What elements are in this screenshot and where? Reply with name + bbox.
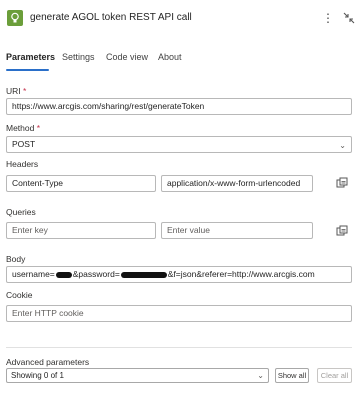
tab-about[interactable]: About xyxy=(158,52,182,62)
uri-input[interactable]: https://www.arcgis.com/sharing/rest/gene… xyxy=(6,98,352,115)
chevron-down-icon: ⌄ xyxy=(257,371,264,380)
divider xyxy=(6,347,352,348)
advanced-parameters-label: Advanced parameters xyxy=(6,357,90,367)
cookie-input[interactable]: Enter HTTP cookie xyxy=(6,305,352,322)
action-title: generate AGOL token REST API call xyxy=(30,12,192,23)
collapse-arrows-icon[interactable] xyxy=(342,11,356,25)
header-value-input[interactable]: application/x-www-form-urlencoded xyxy=(161,175,313,192)
method-label: Method * xyxy=(6,123,41,133)
queries-label: Queries xyxy=(6,207,36,217)
uri-label: URI * xyxy=(6,86,27,96)
chevron-down-icon: ⌄ xyxy=(339,141,346,150)
method-dropdown[interactable]: POST ⌄ xyxy=(6,136,352,153)
advanced-parameters-dropdown[interactable]: Showing 0 of 1 ⌄ xyxy=(6,368,269,383)
tab-parameters[interactable]: Parameters xyxy=(6,52,55,62)
active-tab-indicator xyxy=(6,69,49,71)
redaction-mark xyxy=(55,271,72,278)
query-value-input[interactable]: Enter value xyxy=(161,222,313,239)
tab-settings[interactable]: Settings xyxy=(62,52,95,62)
tab-bar: Parameters Settings Code view About xyxy=(0,50,358,72)
body-input[interactable]: username= &password= &f=json&referer=http:… xyxy=(6,266,352,283)
query-key-input[interactable]: Enter key xyxy=(6,222,156,239)
switch-to-text-mode-icon[interactable] xyxy=(336,225,348,237)
switch-to-text-mode-icon[interactable] xyxy=(336,177,348,189)
body-label: Body xyxy=(6,254,26,264)
bulb-icon xyxy=(7,10,23,26)
more-vertical-icon[interactable]: ⋮ xyxy=(322,10,334,26)
action-header: generate AGOL token REST API call ⋮ xyxy=(0,0,358,38)
headers-label: Headers xyxy=(6,159,39,169)
cookie-label: Cookie xyxy=(6,290,33,300)
redaction-mark xyxy=(120,271,167,278)
clear-all-button[interactable]: Clear all xyxy=(317,368,352,383)
tab-code-view[interactable]: Code view xyxy=(106,52,148,62)
header-key-input[interactable]: Content-Type xyxy=(6,175,156,192)
show-all-button[interactable]: Show all xyxy=(275,368,309,383)
